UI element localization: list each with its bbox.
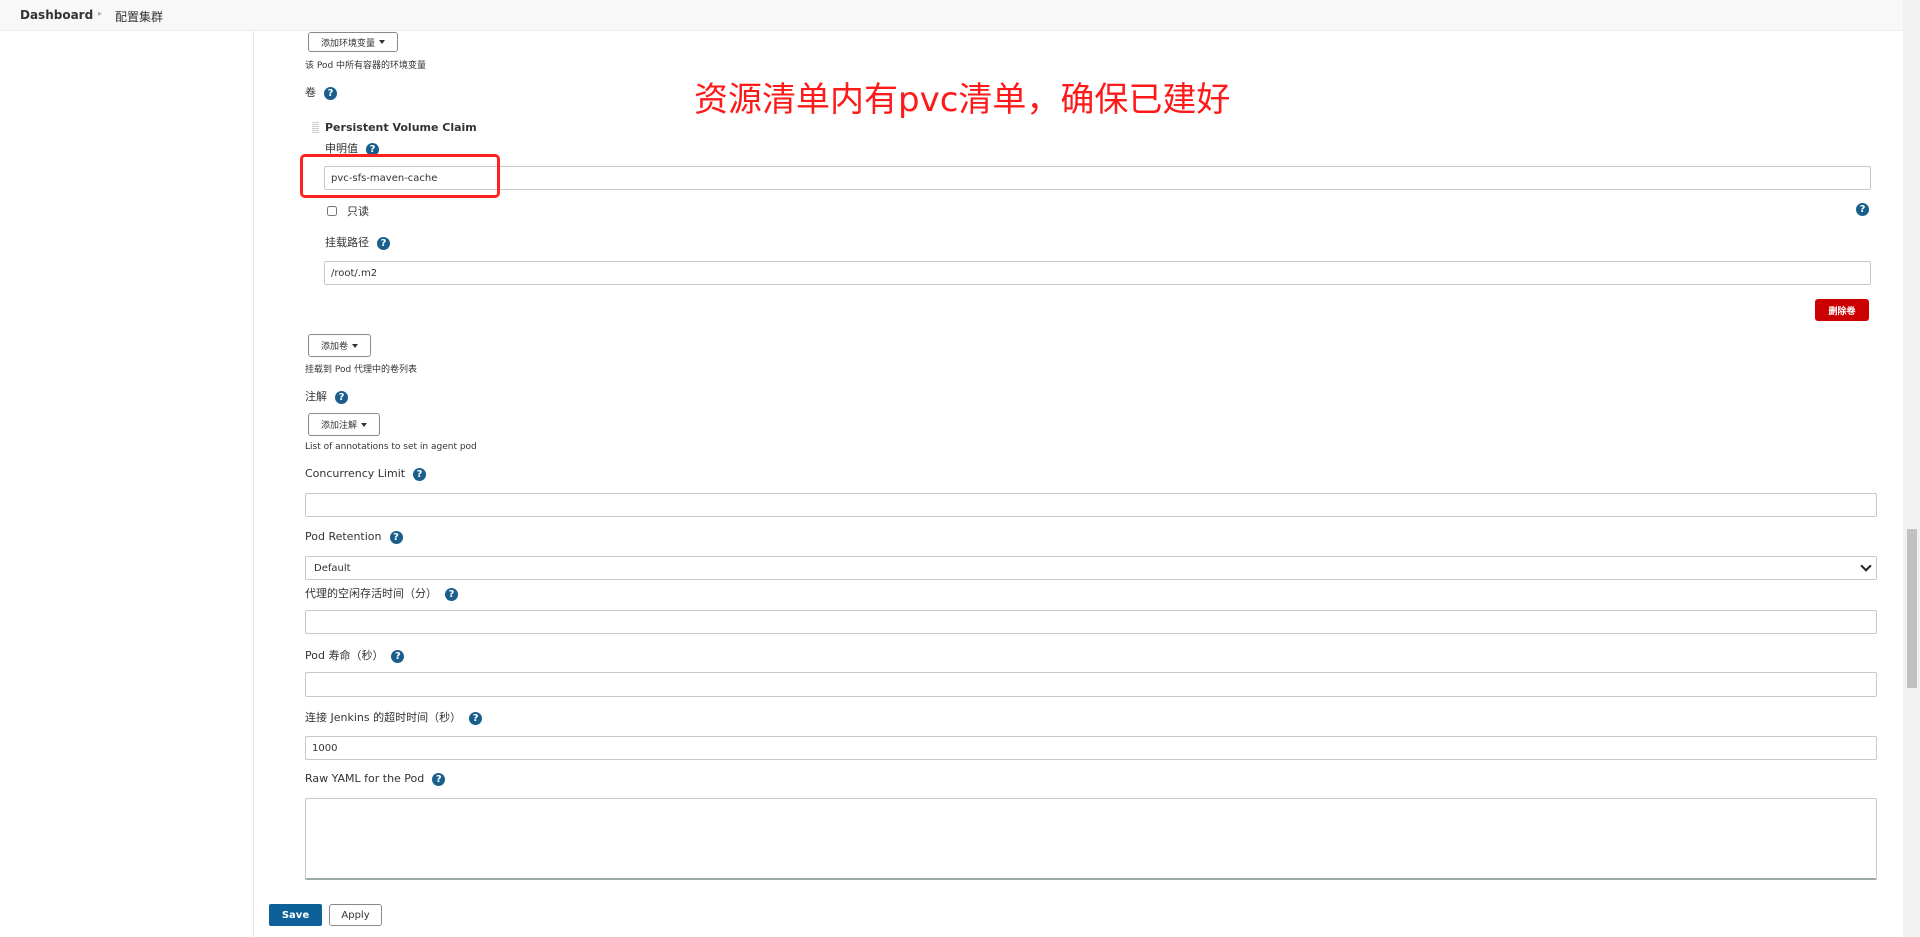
breadcrumb-separator-icon: ▸ — [98, 9, 103, 18]
pod-retention-value: Default — [314, 562, 351, 574]
connect-timeout-input[interactable]: 1000 — [305, 736, 1877, 760]
top-bar — [0, 0, 1903, 31]
help-icon[interactable]: ? — [413, 467, 427, 481]
caret-down-icon — [352, 343, 358, 348]
mount-path-label-text: 挂载路径 — [325, 236, 369, 249]
help-icon[interactable]: ? — [469, 711, 483, 725]
caret-down-icon — [361, 422, 367, 427]
save-button[interactable]: Save — [269, 904, 322, 926]
concurrency-label: Concurrency Limit? — [305, 467, 427, 481]
help-icon[interactable]: ? — [1856, 203, 1869, 216]
add-annotation-label: 添加注解 — [320, 421, 357, 431]
annotations-label: 注解? — [305, 388, 348, 404]
raw-yaml-label-text: Raw YAML for the Pod — [305, 772, 425, 785]
connect-timeout-label-text: 连接 Jenkins 的超时时间（秒） — [305, 711, 462, 724]
pod-retention-select[interactable]: Default — [305, 556, 1877, 580]
pod-lifetime-label: Pod 寿命（秒）? — [305, 647, 405, 663]
add-env-var-button[interactable]: 添加环境变量 — [308, 32, 398, 52]
volumes-description: 挂载到 Pod 代理中的卷列表 — [305, 365, 418, 375]
readonly-label: 只读 — [347, 205, 369, 218]
breadcrumb-configure-clouds[interactable]: 配置集群 — [115, 8, 163, 25]
scrollbar-thumb[interactable] — [1907, 529, 1917, 688]
add-annotation-button[interactable]: 添加注解 — [308, 413, 380, 436]
connect-timeout-label: 连接 Jenkins 的超时时间（秒）? — [305, 709, 483, 725]
help-icon[interactable]: ? — [324, 86, 337, 100]
help-icon[interactable]: ? — [445, 587, 458, 601]
pod-lifetime-input[interactable] — [305, 672, 1877, 697]
volumes-label: 卷? — [305, 84, 337, 100]
pvc-title: Persistent Volume Claim — [325, 121, 477, 134]
help-icon[interactable]: ? — [391, 649, 405, 663]
volumes-label-text: 卷 — [305, 86, 316, 99]
mount-path-input[interactable]: /root/.m2 — [324, 261, 1871, 285]
apply-button[interactable]: Apply — [329, 904, 382, 926]
idle-minutes-input[interactable] — [305, 610, 1877, 634]
readonly-checkbox[interactable] — [327, 206, 337, 216]
help-icon[interactable]: ? — [432, 772, 446, 786]
add-volume-label: 添加卷 — [320, 342, 348, 352]
concurrency-label-text: Concurrency Limit — [305, 467, 406, 480]
help-icon[interactable]: ? — [389, 530, 403, 544]
readonly-row: 只读 — [327, 203, 369, 219]
drag-handle-icon[interactable] — [312, 122, 319, 134]
annotations-description: List of annotations to set in agent pod — [305, 442, 477, 452]
sidebar-divider — [253, 30, 254, 937]
highlight-box — [300, 154, 500, 198]
add-env-var-label: 添加环境变量 — [320, 38, 375, 49]
pod-retention-label-text: Pod Retention — [305, 530, 382, 543]
caret-down-icon — [379, 40, 385, 44]
pod-retention-label: Pod Retention? — [305, 530, 403, 544]
delete-volume-button[interactable]: 删除卷 — [1815, 299, 1869, 321]
annotations-label-text: 注解 — [305, 390, 327, 403]
raw-yaml-textarea[interactable] — [305, 798, 1877, 880]
raw-yaml-label: Raw YAML for the Pod? — [305, 772, 446, 786]
add-volume-button[interactable]: 添加卷 — [308, 334, 371, 357]
help-icon[interactable]: ? — [377, 236, 390, 250]
breadcrumb-dashboard[interactable]: Dashboard — [20, 8, 93, 22]
claim-name-input[interactable]: pvc-sfs-maven-cache — [324, 166, 1871, 190]
mount-path-label: 挂载路径? — [325, 234, 390, 250]
chevron-down-icon — [1860, 560, 1872, 572]
annotation-note: 资源清单内有pvc清单，确保已建好 — [694, 80, 1231, 120]
concurrency-limit-input[interactable] — [305, 493, 1877, 517]
pod-lifetime-label-text: Pod 寿命（秒） — [305, 649, 384, 662]
idle-minutes-label-text: 代理的空闲存活时间（分） — [305, 587, 437, 600]
help-icon[interactable]: ? — [335, 390, 348, 404]
env-description: 该 Pod 中所有容器的环境变量 — [305, 61, 427, 71]
idle-minutes-label: 代理的空闲存活时间（分）? — [305, 585, 458, 601]
scrollbar[interactable] — [1903, 0, 1920, 937]
